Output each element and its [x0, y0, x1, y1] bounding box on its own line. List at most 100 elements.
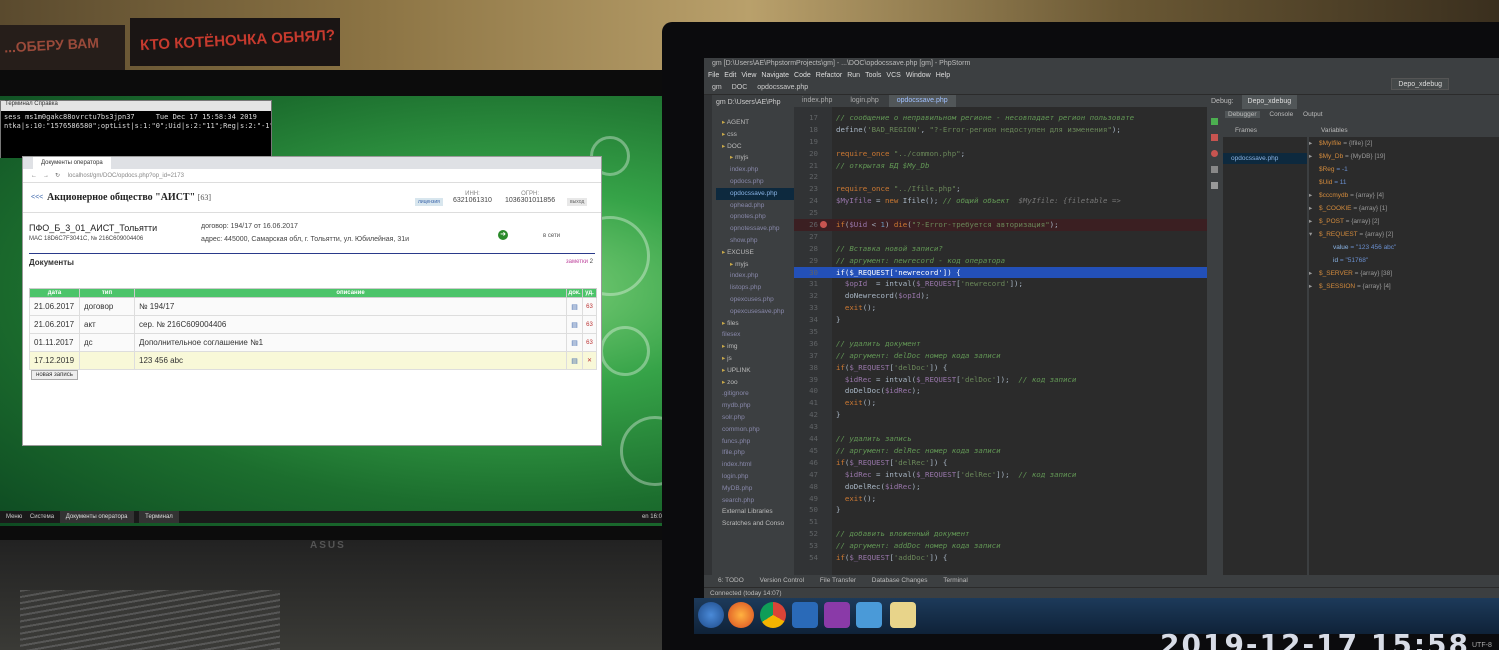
menu-item[interactable]: VCS	[886, 72, 900, 79]
line-number[interactable]: 41	[796, 397, 818, 409]
code-line[interactable]: 48 doDelRec($idRec);	[794, 481, 1207, 493]
settings-icon[interactable]	[1210, 182, 1218, 189]
address-bar[interactable]: ← → ↻ localhost/gm/DOC/opdocs.php?op_id=21…	[23, 169, 601, 183]
tree-file[interactable]: MyDB.php	[716, 483, 794, 495]
cell-delete[interactable]: 63	[582, 297, 597, 316]
variable-row[interactable]: ▸ $MyIfile = {Ifile} [2]	[1309, 137, 1499, 150]
back-arrow-icon[interactable]: ←	[31, 173, 37, 179]
cell-delete[interactable]: ✕	[582, 351, 597, 370]
document-icon[interactable]: ▤	[566, 333, 583, 352]
chevron-right-icon[interactable]: ▸	[1309, 267, 1319, 280]
tree-file[interactable]: opdocssave.php	[716, 187, 794, 200]
chevron-down-icon[interactable]: ▾	[1309, 228, 1319, 241]
variable-row[interactable]: ▸ $_COOKIE = {array} [1]	[1309, 202, 1499, 215]
code-line[interactable]: 46 if($_REQUEST['delRec']) {	[794, 457, 1207, 469]
mute-breakpoints-icon[interactable]	[1210, 166, 1218, 173]
line-number[interactable]: 44	[796, 433, 818, 445]
tree-file[interactable]: opnotessave.php	[716, 223, 794, 235]
line-number[interactable]: 49	[796, 493, 818, 505]
line-number[interactable]: 23	[796, 183, 818, 195]
current-line[interactable]: 30 if($_REQUEST['newrecord']) {	[794, 266, 1207, 279]
line-number[interactable]: 24	[796, 195, 818, 207]
run-config-select[interactable]: Depo_xdebug	[1391, 78, 1449, 90]
tree-file[interactable]: Scratches and Conso	[716, 518, 794, 530]
back-link[interactable]: <<<	[31, 194, 43, 201]
document-icon[interactable]: ▤	[566, 315, 583, 334]
line-number[interactable]: 17	[796, 112, 818, 124]
breakpoints-icon[interactable]	[1210, 150, 1218, 157]
code-line[interactable]: 49 exit();	[794, 493, 1207, 505]
cell-delete[interactable]: 63	[582, 315, 597, 334]
line-number[interactable]: 29	[796, 255, 818, 267]
vcs-tab[interactable]: Version Control	[760, 577, 804, 584]
browser-tab[interactable]: Документы оператора	[33, 157, 111, 169]
code-line[interactable]: 37 // аргумент: delDoc номер кода записи	[794, 350, 1207, 362]
tree-folder[interactable]: AGENT	[716, 117, 794, 129]
tree-folder[interactable]: zoo	[716, 377, 794, 389]
breadcrumb-item[interactable]: gm	[712, 84, 722, 91]
variable-row[interactable]: id = "51768"	[1309, 254, 1499, 267]
line-number[interactable]: 48	[796, 481, 818, 493]
menu-item[interactable]: Tools	[865, 72, 881, 79]
code-line[interactable]: 50}	[794, 504, 1207, 516]
line-number[interactable]: 21	[796, 160, 818, 172]
line-number[interactable]: 35	[796, 326, 818, 338]
menu-item[interactable]: Window	[906, 72, 931, 79]
code-line[interactable]: 44 // удалить запись	[794, 433, 1207, 445]
tree-file[interactable]: index.php	[716, 164, 794, 176]
new-record-button[interactable]: новая запись	[31, 370, 78, 380]
table-row[interactable]: 17.12.2019 123 456 abc ▤ ✕	[29, 351, 597, 370]
tree-folder[interactable]: js	[716, 353, 794, 365]
line-number[interactable]: 46	[796, 457, 818, 469]
code-line[interactable]: 43	[794, 421, 1207, 433]
todo-tab[interactable]: 6: TODO	[718, 577, 744, 584]
variable-row[interactable]: ▸ $_SESSION = {array} [4]	[1309, 280, 1499, 293]
reload-icon[interactable]: ↻	[55, 173, 60, 179]
debug-config-tab[interactable]: Depo_xdebug	[1241, 95, 1298, 109]
forward-arrow-icon[interactable]: →	[43, 173, 49, 179]
line-number[interactable]: 20	[796, 148, 818, 160]
frame-item[interactable]: opdocssave.php	[1223, 153, 1307, 164]
menu-item[interactable]: File	[708, 72, 719, 79]
line-number[interactable]: 39	[796, 374, 818, 386]
chevron-right-icon[interactable]: ▸	[1309, 189, 1319, 202]
tree-file[interactable]: index.php	[716, 270, 794, 282]
code-line[interactable]: 31 $opId = intval($_REQUEST['newrecord']…	[794, 278, 1207, 290]
line-number[interactable]: 32	[796, 290, 818, 302]
line-number[interactable]: 26	[796, 219, 818, 231]
line-number[interactable]: 38	[796, 362, 818, 374]
code-line[interactable]: 17 // сообщение о неправильном регионе - …	[794, 112, 1207, 124]
line-number[interactable]: 30	[796, 267, 818, 279]
line-number[interactable]: 52	[796, 528, 818, 540]
project-root[interactable]: gm D:\Users\AE\Php	[716, 99, 781, 106]
tree-file[interactable]: opnotes.php	[716, 211, 794, 223]
tree-folder[interactable]: UPLINK	[716, 365, 794, 377]
tree-file[interactable]: listops.php	[716, 282, 794, 294]
system-menu[interactable]: Система	[30, 514, 54, 520]
line-number[interactable]: 36	[796, 338, 818, 350]
line-number[interactable]: 27	[796, 231, 818, 243]
code-line[interactable]: 26 if($Uid < 1) die("?-Error-требуется ав…	[794, 219, 1207, 231]
tree-file[interactable]: Ifile.php	[716, 447, 794, 459]
code-line[interactable]: 41 exit();	[794, 397, 1207, 409]
tree-folder[interactable]: files	[716, 318, 794, 330]
chrome-icon[interactable]	[760, 602, 786, 628]
code-line[interactable]: 54 if($_REQUEST['addDoc']) {	[794, 552, 1207, 564]
line-number[interactable]: 34	[796, 314, 818, 326]
tree-folder[interactable]: css	[716, 129, 794, 141]
tree-folder[interactable]: EXCUSE	[716, 247, 794, 259]
line-number[interactable]: 45	[796, 445, 818, 457]
variable-row[interactable]: ▸ $_SERVER = {array} [38]	[1309, 267, 1499, 280]
code-editor[interactable]: index.php login.php opdocssave.php 17 // …	[794, 95, 1207, 575]
chevron-right-icon[interactable]: ▸	[1309, 150, 1319, 163]
code-line[interactable]: 21 // открытая БД $My_Db	[794, 160, 1207, 172]
line-number[interactable]: 28	[796, 243, 818, 255]
line-number[interactable]: 18	[796, 124, 818, 136]
tree-file[interactable]: common.php	[716, 424, 794, 436]
menu-item[interactable]: Edit	[724, 72, 736, 79]
go-arrow-icon[interactable]: ➜	[498, 230, 508, 240]
firefox-icon[interactable]	[728, 602, 754, 628]
line-number[interactable]: 19	[796, 136, 818, 148]
variable-row[interactable]: $Reg = -1	[1309, 163, 1499, 176]
code-lines[interactable]: 17 // сообщение о неправильном регионе - …	[794, 112, 1207, 564]
